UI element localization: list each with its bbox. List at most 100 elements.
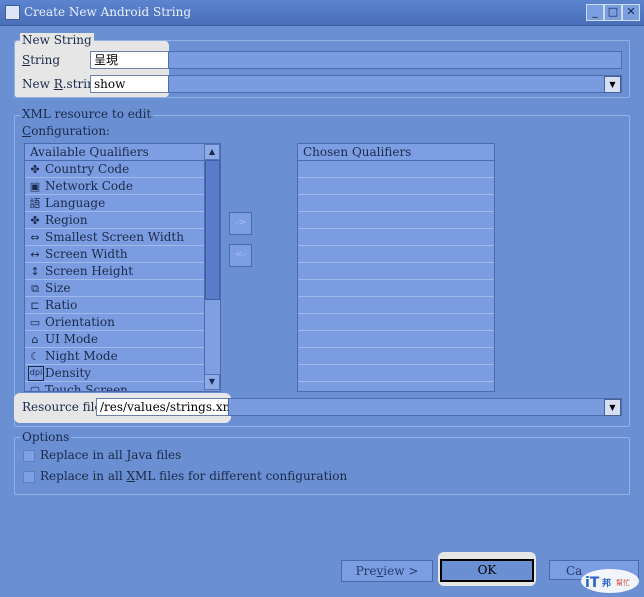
available-qualifiers-rows: ✤ Country Code ▣ Network Code 語 Language ✤ Regi… <box>25 161 220 392</box>
screen-width-icon: ↔ <box>30 248 40 261</box>
chosen-empty-row <box>298 280 494 297</box>
smallest-width-icon: ⇔ <box>30 231 40 244</box>
ui-mode-icon: ⌂ <box>31 333 39 346</box>
region-icon: ✤ <box>30 214 40 227</box>
qualifier-label: Touch Screen <box>45 383 128 392</box>
resource-file-combo-extension[interactable] <box>228 398 622 416</box>
string-input-extension[interactable] <box>168 51 622 69</box>
ok-button[interactable]: OK <box>440 559 534 582</box>
maximize-button[interactable]: □ <box>604 4 622 21</box>
chosen-empty-row <box>298 382 494 391</box>
rstring-dropdown-button[interactable]: ▼ <box>604 76 621 93</box>
configuration-label: Configuration: <box>22 124 111 138</box>
chosen-empty-row <box>298 246 494 263</box>
add-qualifier-button[interactable]: -> <box>229 212 252 235</box>
qualifier-row-country-code[interactable]: ✤ Country Code <box>25 161 220 178</box>
qualifier-row-density[interactable]: dpi Density <box>25 365 220 382</box>
chosen-qualifiers-list[interactable]: Chosen Qualifiers <box>297 143 495 392</box>
chosen-empty-row <box>298 297 494 314</box>
qualifier-label: Size <box>45 281 71 295</box>
rstring-combo[interactable]: show <box>90 75 171 93</box>
qualifier-row-size[interactable]: ⧉ Size <box>25 280 220 297</box>
qualifier-row-orientation[interactable]: ▭ Orientation <box>25 314 220 331</box>
qualifier-label: UI Mode <box>45 332 98 346</box>
chosen-empty-row <box>298 365 494 382</box>
qualifier-row-night-mode[interactable]: ☾ Night Mode <box>25 348 220 365</box>
chosen-qualifiers-header[interactable]: Chosen Qualifiers <box>298 144 494 161</box>
options-legend: Options <box>20 430 72 444</box>
options-group <box>14 437 630 495</box>
network-code-icon: ▣ <box>29 180 41 193</box>
qualifier-row-ui-mode[interactable]: ⌂ UI Mode <box>25 331 220 348</box>
qualifier-label: Country Code <box>45 162 130 176</box>
chevron-down-icon: ▼ <box>208 377 216 386</box>
screen-height-icon: ↕ <box>30 265 40 278</box>
chevron-down-icon: ▼ <box>609 80 616 89</box>
scroll-up-button[interactable]: ▲ <box>204 144 220 160</box>
replace-xml-label[interactable]: Replace in all XML files for different c… <box>40 469 347 483</box>
night-mode-icon: ☾ <box>30 350 40 363</box>
qualifier-row-screen-width[interactable]: ↔ Screen Width <box>25 246 220 263</box>
close-icon: ✕ <box>626 5 636 18</box>
window-title: Create New Android String <box>24 5 191 19</box>
qualifier-row-smallest-width[interactable]: ⇔ Smallest Screen Width <box>25 229 220 246</box>
qualifier-row-region[interactable]: ✤ Region <box>25 212 220 229</box>
qualifier-label: Screen Width <box>45 247 128 261</box>
arrow-right-icon: -> <box>235 218 246 228</box>
arrow-left-icon: <- <box>235 250 246 260</box>
ratio-icon: ⊏ <box>30 299 40 312</box>
chosen-empty-row <box>298 212 494 229</box>
qualifier-row-network-code[interactable]: ▣ Network Code <box>25 178 220 195</box>
chosen-empty-row <box>298 348 494 365</box>
qualifier-label: Smallest Screen Width <box>45 230 184 244</box>
country-code-icon: ✤ <box>30 163 40 176</box>
qualifier-label: Screen Height <box>45 264 134 278</box>
minimize-icon: _ <box>592 5 598 18</box>
resource-file-combo[interactable]: /res/values/strings.xml <box>96 398 238 416</box>
qualifier-label: Night Mode <box>45 349 118 363</box>
available-qualifiers-list[interactable]: Available Qualifiers ✤ Country Code ▣ Netwo… <box>24 143 221 392</box>
qualifier-row-language[interactable]: 語 Language <box>25 195 220 212</box>
scroll-down-button[interactable]: ▼ <box>204 374 220 390</box>
density-icon: dpi <box>28 366 44 381</box>
xml-resource-legend: XML resource to edit <box>20 107 154 121</box>
qualifier-row-screen-height[interactable]: ↕ Screen Height <box>25 263 220 280</box>
rstring-combo-extension[interactable] <box>168 75 622 93</box>
size-icon: ⧉ <box>31 282 39 295</box>
chosen-empty-row <box>298 161 494 178</box>
qualifier-row-touch-screen[interactable]: ▢ Touch Screen <box>25 382 220 392</box>
replace-xml-checkbox[interactable] <box>23 471 35 483</box>
chevron-up-icon: ▲ <box>208 147 216 156</box>
close-button[interactable]: ✕ <box>622 4 640 21</box>
chosen-empty-row <box>298 314 494 331</box>
orientation-icon: ▭ <box>29 316 41 329</box>
qualifier-row-ratio[interactable]: ⊏ Ratio <box>25 297 220 314</box>
minimize-button[interactable]: _ <box>586 4 604 21</box>
language-icon: 語 <box>29 197 41 210</box>
remove-qualifier-button[interactable]: <- <box>229 244 252 267</box>
qualifier-label: Language <box>45 196 106 210</box>
qualifier-label: Region <box>45 213 88 227</box>
resource-file-dropdown-button[interactable]: ▼ <box>604 399 621 416</box>
replace-java-label[interactable]: Replace in all Java files <box>40 448 181 462</box>
available-qualifiers-header[interactable]: Available Qualifiers <box>25 144 220 161</box>
chosen-empty-row <box>298 331 494 348</box>
chosen-qualifiers-rows <box>298 161 494 391</box>
preview-button[interactable]: Preview > <box>341 560 433 582</box>
string-label: String <box>22 53 61 67</box>
chosen-empty-row <box>298 263 494 280</box>
ithome-logo: iT 邦 幫忙 <box>580 566 640 594</box>
resource-file-label: Resource file: <box>22 400 106 414</box>
chosen-empty-row <box>298 178 494 195</box>
chosen-empty-row <box>298 229 494 246</box>
qualifier-label: Network Code <box>45 179 133 193</box>
new-string-legend: New String <box>20 33 94 47</box>
chosen-empty-row <box>298 195 494 212</box>
qualifier-label: Density <box>45 366 92 380</box>
svg-text:iT: iT <box>585 575 600 591</box>
scroll-thumb[interactable] <box>205 160 220 300</box>
string-input[interactable]: 呈現 <box>90 51 171 69</box>
chevron-down-icon: ▼ <box>609 403 616 412</box>
touch-screen-icon: ▢ <box>29 384 41 392</box>
replace-java-checkbox[interactable] <box>23 450 35 462</box>
